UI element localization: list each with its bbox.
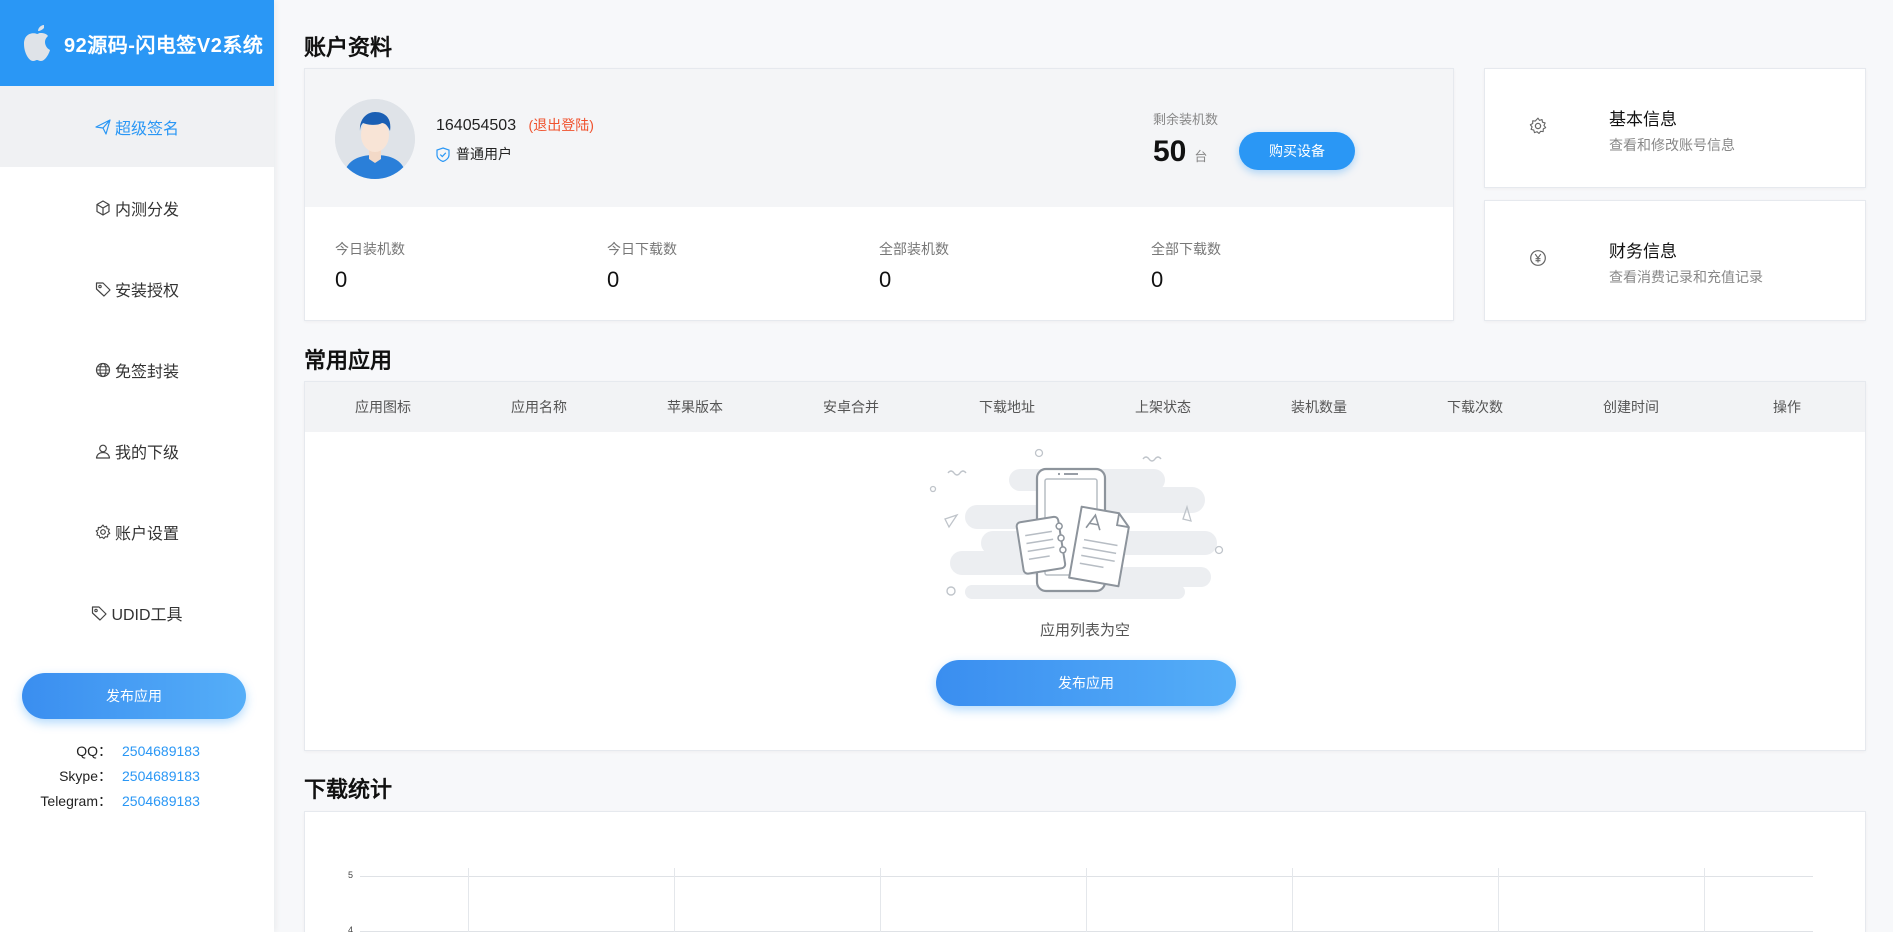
- remaining-installs-value: 50: [1153, 135, 1187, 168]
- apps-section-title: 常用应用: [304, 348, 393, 373]
- sidebar-item-account-settings[interactable]: 账户设置: [0, 491, 274, 572]
- shield-check-icon: [436, 146, 450, 162]
- apple-logo-icon: [24, 25, 50, 61]
- brand-header[interactable]: 92源码-闪电签V2系统: [0, 0, 274, 86]
- column-header: 上架状态: [1135, 399, 1191, 415]
- contact-qq: QQ： 2504689183: [0, 738, 274, 763]
- contact-label: Telegram：: [40, 792, 112, 809]
- avatar: [335, 99, 415, 179]
- y-tick-label: 5: [348, 870, 354, 880]
- account-card: 164054503 (退出登陆) 普通用户 剩余装机数 50 台 购买设备 今日装…: [304, 68, 1454, 321]
- sidebar-item-label: 超级签名: [114, 120, 179, 138]
- stat-label: 今日装机数: [335, 241, 405, 257]
- sidebar-item-subordinates[interactable]: 我的下级: [0, 410, 274, 491]
- sidebar-item-udid-tool[interactable]: UDID工具: [0, 572, 274, 653]
- stat-value: 0: [607, 267, 620, 292]
- sidebar-item-label: 安装授权: [114, 282, 179, 300]
- buy-devices-button[interactable]: 购买设备: [1239, 132, 1355, 170]
- info-card-desc: 查看消费记录和充值记录: [1609, 269, 1763, 285]
- contact-value-link[interactable]: 2504689183: [122, 768, 200, 784]
- contact-value-link[interactable]: 2504689183: [122, 793, 200, 809]
- downloads-chart: 5 4: [304, 811, 1866, 932]
- paper-plane-icon: [95, 118, 111, 135]
- column-header: 苹果版本: [667, 399, 723, 415]
- contact-value-link[interactable]: 2504689183: [122, 743, 200, 759]
- user-role: 普通用户: [436, 144, 512, 164]
- user-id: 164054503 (退出登陆): [436, 115, 594, 135]
- column-header: 安卓合并: [823, 399, 879, 415]
- contact-telegram: Telegram： 2504689183: [0, 788, 274, 813]
- basic-info-card[interactable]: 基本信息 查看和修改账号信息: [1484, 68, 1866, 188]
- stat-today-installs: 今日装机数 0: [335, 239, 405, 293]
- info-card-title: 财务信息: [1609, 242, 1677, 261]
- info-card-title: 基本信息: [1609, 110, 1677, 129]
- stat-label: 今日下载数: [607, 241, 677, 257]
- remaining-installs-label: 剩余装机数: [1153, 112, 1219, 127]
- sidebar-item-super-sign[interactable]: 超级签名: [0, 86, 274, 167]
- stat-label: 全部装机数: [879, 241, 949, 257]
- globe-icon: [95, 362, 111, 378]
- sidebar-nav: 超级签名 内测分发 安装授权 免签封装 我的下级 账户设置 UDID工具: [0, 86, 274, 653]
- yen-icon: [1530, 250, 1546, 266]
- sidebar-publish-app-button[interactable]: 发布应用: [22, 673, 246, 719]
- gear-icon: [95, 523, 111, 540]
- user-id-value: 164054503: [436, 117, 517, 134]
- gear-icon: [1529, 117, 1547, 134]
- apps-table: 应用图标 应用名称 苹果版本 安卓合并 下载地址 上架状态 装机数量 下载次数 …: [304, 381, 1866, 751]
- stat-value: 0: [879, 267, 892, 292]
- account-section-title: 账户资料: [304, 35, 393, 60]
- chart-grid: [360, 868, 1813, 932]
- finance-info-card[interactable]: 财务信息 查看消费记录和充值记录: [1484, 200, 1866, 321]
- sidebar-item-install-auth[interactable]: 安装授权: [0, 248, 274, 329]
- sidebar-item-label: 内测分发: [114, 201, 179, 219]
- column-header: 操作: [1773, 399, 1801, 415]
- publish-app-button[interactable]: 发布应用: [936, 660, 1236, 706]
- info-card-desc: 查看和修改账号信息: [1609, 137, 1735, 153]
- contact-info: QQ： 2504689183 Skype： 2504689183 Telegra…: [0, 738, 274, 813]
- column-header: 下载次数: [1447, 399, 1503, 415]
- stat-today-downloads: 今日下载数 0: [607, 239, 677, 293]
- remaining-installs: 50 台: [1153, 135, 1207, 169]
- stat-total-installs: 全部装机数 0: [879, 239, 949, 293]
- sidebar: 92源码-闪电签V2系统 超级签名 内测分发 安装授权 免签封装 我的下级 账户…: [0, 0, 274, 932]
- column-header: 创建时间: [1603, 399, 1659, 415]
- column-header: 应用名称: [511, 399, 567, 415]
- empty-list-text: 应用列表为空: [1039, 622, 1130, 639]
- user-role-label: 普通用户: [456, 146, 512, 162]
- sidebar-item-label: 账户设置: [114, 525, 179, 543]
- cube-icon: [95, 199, 111, 216]
- sidebar-item-label: 免签封装: [114, 363, 179, 381]
- stat-total-downloads: 全部下载数 0: [1151, 239, 1221, 293]
- column-header: 应用图标: [355, 399, 411, 415]
- remaining-installs-unit: 台: [1194, 149, 1208, 164]
- contact-skype: Skype： 2504689183: [0, 763, 274, 788]
- contact-label: QQ：: [76, 742, 112, 759]
- logout-link[interactable]: (退出登陆): [529, 117, 594, 133]
- sidebar-item-label: UDID工具: [111, 606, 183, 624]
- empty-list-illustration: [929, 448, 1224, 599]
- sidebar-item-free-sign-wrap[interactable]: 免签封装: [0, 329, 274, 410]
- y-tick-label: 4: [348, 925, 354, 932]
- column-header: 装机数量: [1291, 399, 1347, 415]
- downloads-section-title: 下载统计: [304, 777, 393, 802]
- sidebar-item-beta-distribution[interactable]: 内测分发: [0, 167, 274, 248]
- stat-label: 全部下载数: [1151, 241, 1221, 257]
- table-header: 应用图标 应用名称 苹果版本 安卓合并 下载地址 上架状态 装机数量 下载次数 …: [305, 382, 1865, 432]
- user-icon: [95, 443, 111, 459]
- sidebar-item-label: 我的下级: [114, 444, 179, 462]
- contact-label: Skype：: [59, 767, 112, 784]
- tag-icon: [95, 281, 111, 297]
- column-header: 下载地址: [979, 399, 1035, 415]
- stat-value: 0: [335, 267, 348, 292]
- tag-icon: [91, 605, 108, 621]
- brand-title: 92源码-闪电签V2系统: [64, 34, 264, 57]
- stat-value: 0: [1151, 267, 1164, 292]
